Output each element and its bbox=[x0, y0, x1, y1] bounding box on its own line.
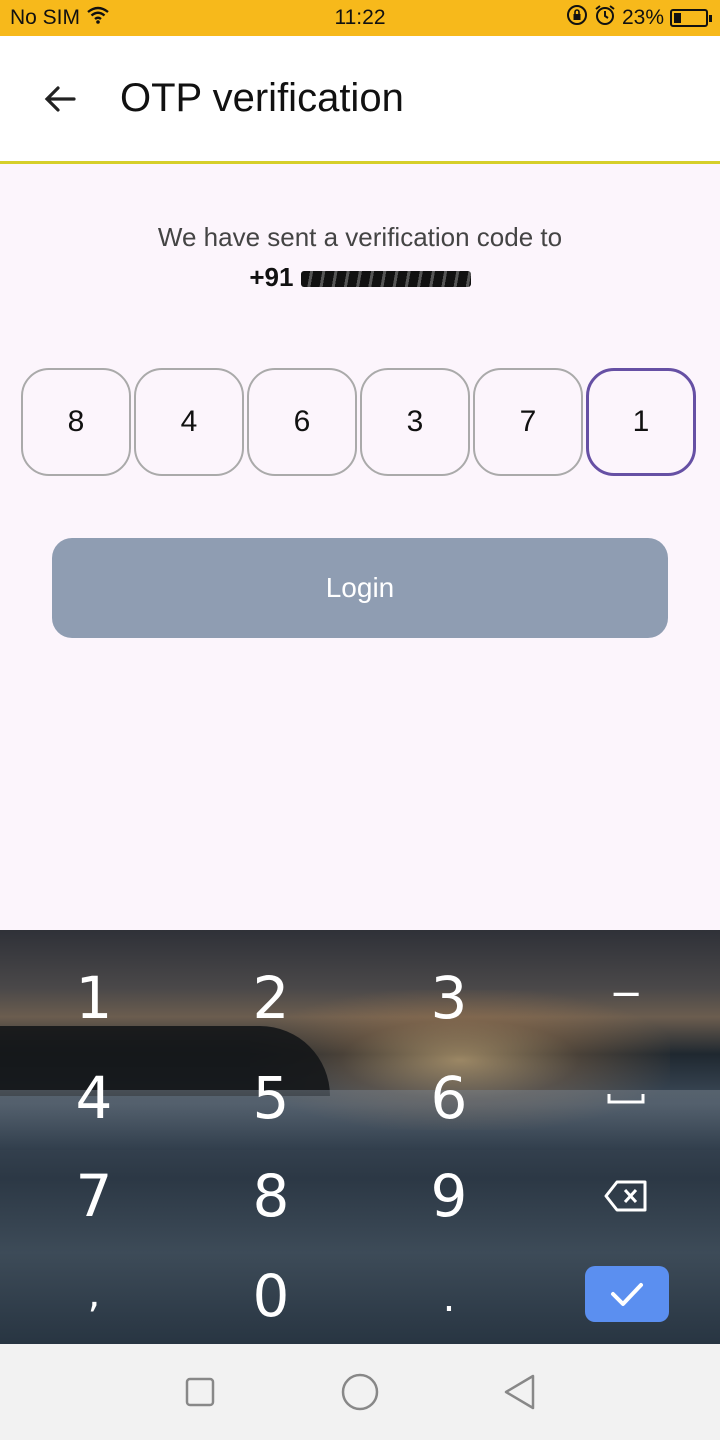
home-button[interactable] bbox=[330, 1362, 390, 1422]
key-7[interactable]: 7 bbox=[24, 1146, 164, 1246]
key-4[interactable]: 4 bbox=[24, 1048, 164, 1148]
key-5[interactable]: 5 bbox=[201, 1048, 341, 1148]
status-bar: No SIM 11:22 23% bbox=[0, 0, 720, 36]
back-nav-button[interactable] bbox=[490, 1362, 550, 1422]
redacted-number bbox=[300, 271, 471, 288]
key-2[interactable]: 2 bbox=[201, 948, 341, 1048]
key-3[interactable]: 3 bbox=[379, 948, 519, 1048]
otp-digit-5[interactable]: 7 bbox=[473, 368, 583, 476]
status-right: 23% bbox=[566, 4, 712, 32]
otp-input-row: 8 4 6 3 7 1 bbox=[21, 368, 701, 478]
phone-number: +91 bbox=[0, 262, 720, 293]
otp-digit-2[interactable]: 4 bbox=[134, 368, 244, 476]
page-title: OTP verification bbox=[120, 76, 404, 120]
circle-icon bbox=[341, 1373, 379, 1411]
app-bar: OTP verification bbox=[0, 36, 720, 164]
otp-digit-4[interactable]: 3 bbox=[360, 368, 470, 476]
key-0[interactable]: 0 bbox=[201, 1246, 341, 1344]
keyboard-done-button[interactable] bbox=[585, 1266, 669, 1322]
wifi-icon bbox=[86, 5, 110, 31]
rotation-lock-icon bbox=[566, 4, 588, 32]
backspace-icon bbox=[604, 1180, 647, 1212]
country-code: +91 bbox=[249, 262, 294, 292]
back-arrow-icon bbox=[44, 85, 76, 112]
battery-level bbox=[674, 13, 681, 23]
key-1[interactable]: 1 bbox=[24, 948, 164, 1048]
key-backspace[interactable] bbox=[556, 1146, 696, 1246]
check-icon bbox=[611, 1283, 643, 1306]
key-period[interactable]: . bbox=[379, 1248, 519, 1344]
battery-percent: 23% bbox=[621, 6, 664, 29]
back-button[interactable] bbox=[0, 35, 120, 163]
key-minus[interactable]: − bbox=[556, 944, 696, 1044]
space-icon bbox=[607, 1094, 645, 1104]
battery-icon bbox=[670, 9, 712, 27]
numeric-keyboard: 1 2 3 − 4 5 6 7 8 9 , 0 . bbox=[0, 930, 720, 1344]
key-9[interactable]: 9 bbox=[379, 1146, 519, 1246]
verification-message: We have sent a verification code to bbox=[157, 222, 563, 252]
recents-button[interactable] bbox=[170, 1362, 230, 1422]
otp-digit-6[interactable]: 1 bbox=[586, 368, 696, 476]
key-comma[interactable]: , bbox=[24, 1244, 164, 1344]
carrier-label: No SIM bbox=[10, 6, 81, 29]
triangle-back-icon bbox=[504, 1374, 535, 1410]
system-nav-bar bbox=[0, 1344, 720, 1440]
otp-digit-3[interactable]: 6 bbox=[247, 368, 357, 476]
otp-digit-1[interactable]: 8 bbox=[21, 368, 131, 476]
alarm-icon bbox=[594, 4, 616, 32]
key-space[interactable] bbox=[556, 1048, 696, 1148]
square-icon bbox=[185, 1377, 215, 1407]
key-6[interactable]: 6 bbox=[379, 1048, 519, 1148]
login-button[interactable]: Login bbox=[52, 538, 668, 638]
key-8[interactable]: 8 bbox=[201, 1146, 341, 1246]
status-left: No SIM bbox=[10, 5, 110, 31]
